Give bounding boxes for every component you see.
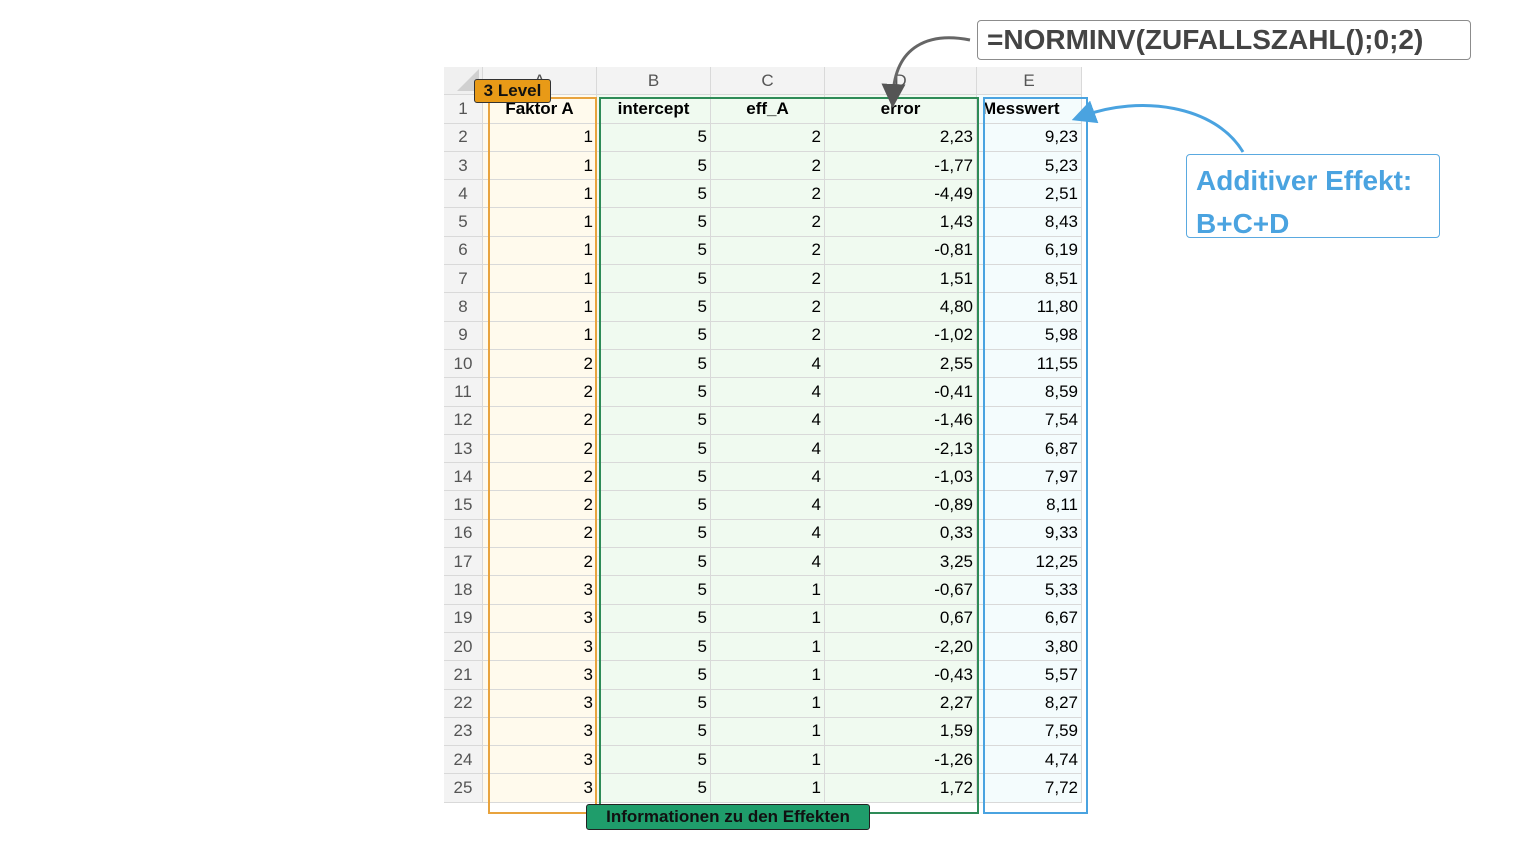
annotation-arrows (881, 36, 1245, 153)
additive-effect-arrow (1071, 100, 1245, 153)
formula-arrow (881, 36, 971, 108)
